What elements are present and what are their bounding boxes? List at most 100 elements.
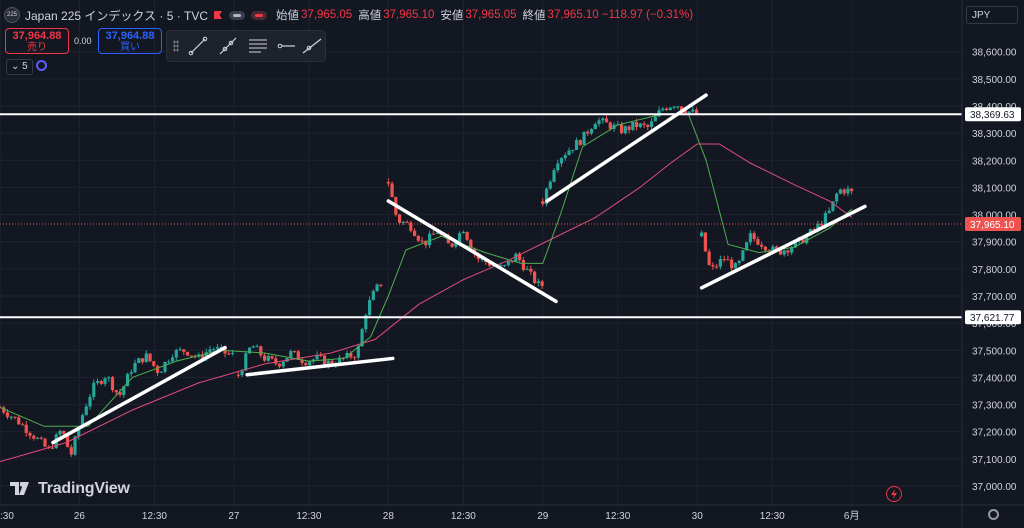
candle-body <box>827 210 831 214</box>
settings-gear-icon[interactable] <box>988 509 999 520</box>
candle-body <box>375 284 379 292</box>
interval-selector[interactable]: ⌄ 5 <box>6 59 33 75</box>
candle-body <box>412 230 417 237</box>
candle-body <box>352 357 357 359</box>
candle-body <box>465 231 469 240</box>
candle-body <box>99 381 103 384</box>
candle-body <box>718 259 722 267</box>
candle-body <box>672 106 676 108</box>
alert-toggle-icon[interactable] <box>251 10 268 20</box>
visibility-toggle-icon[interactable] <box>229 10 246 20</box>
flag-icon[interactable] <box>214 11 223 19</box>
low-value: 37,965.05 <box>465 9 517 21</box>
candle-body <box>604 118 609 123</box>
candle-body <box>35 437 40 439</box>
candle-body <box>289 351 293 359</box>
buy-button[interactable]: 37,964.88 買い <box>98 28 162 54</box>
candle-body <box>687 111 691 114</box>
open-label: 始値 <box>276 10 300 22</box>
candle-body <box>50 447 55 449</box>
candle-body <box>255 346 259 348</box>
candle-body <box>144 353 148 363</box>
candle-body <box>627 126 631 130</box>
candle-body <box>574 140 579 150</box>
candle-body <box>715 266 719 268</box>
candle-body <box>215 347 220 350</box>
horizontal-ray-tool-icon[interactable] <box>275 35 297 57</box>
candle-body <box>503 265 507 267</box>
candle-body <box>9 416 13 418</box>
candle-body <box>608 122 612 129</box>
sell-button[interactable]: 37,964.88 売り <box>5 28 69 54</box>
y-tick-label: 37,700.00 <box>972 292 1017 303</box>
candle-body <box>730 259 734 269</box>
price-chart[interactable]: 38,600.0038,500.0038,400.0038,300.0038,2… <box>0 0 1024 528</box>
candle-body <box>450 243 454 247</box>
x-tick-label: 6月 <box>844 510 860 522</box>
candle-body <box>552 170 556 182</box>
candle-body <box>103 378 107 384</box>
candle-body <box>586 131 590 134</box>
trendline <box>386 199 558 304</box>
symbol-header: 225 Japan 225 インデックス · 5 · TVC 始値 37,965.… <box>4 6 693 24</box>
currency-selector[interactable]: JPY <box>966 6 1018 24</box>
trendline <box>699 204 867 290</box>
parallel-channel-tool-icon[interactable] <box>247 35 269 57</box>
candle-body <box>304 363 308 366</box>
trendline <box>245 356 395 377</box>
indicator-circle-icon[interactable] <box>36 60 47 71</box>
brand-name: TradingView <box>38 480 130 497</box>
candle-body <box>155 365 160 373</box>
candle-body <box>850 188 854 192</box>
candle-body <box>386 182 390 184</box>
x-tick-label: 12:30 <box>142 511 167 522</box>
candle-body <box>230 352 235 354</box>
candle-body <box>664 108 669 111</box>
candle-body <box>733 263 738 269</box>
extended-line-tool-icon[interactable] <box>301 35 323 57</box>
candle-body <box>390 183 394 198</box>
x-tick-label: 12:30 <box>296 511 321 522</box>
candle-body <box>763 246 768 251</box>
candle-body <box>435 232 439 234</box>
spread-value: 0.00 <box>74 36 92 46</box>
candle-body <box>114 390 118 393</box>
buy-price: 37,964.88 <box>105 30 155 42</box>
candle-body <box>589 129 594 134</box>
y-tick-label: 37,100.00 <box>972 455 1017 466</box>
candle-body <box>556 163 560 171</box>
drag-handle-icon[interactable] <box>173 40 179 52</box>
candle-body <box>307 361 312 366</box>
candle-body <box>668 107 672 111</box>
close-value: 37,965.10 −118.97 (−0.31%) <box>547 9 694 21</box>
ray-tool-icon[interactable] <box>217 35 239 57</box>
candle-body <box>88 396 92 407</box>
candle-body <box>597 120 601 124</box>
trendline-tool-icon[interactable] <box>187 35 209 57</box>
candle-body <box>170 357 175 362</box>
candle-body <box>631 121 635 130</box>
candle-body <box>726 259 730 261</box>
candle-body <box>292 351 297 353</box>
candle-body <box>703 232 707 252</box>
y-tick-label: 38,600.00 <box>972 48 1017 59</box>
candle-body <box>244 353 248 371</box>
close-label: 終値 <box>522 10 546 22</box>
candle-body <box>653 116 657 122</box>
x-tick-label: 12:30 <box>760 511 785 522</box>
symbol-name[interactable]: Japan 225 インデックス · 5 · TVC <box>25 7 208 24</box>
currency-value: JPY <box>972 10 991 21</box>
candle-body <box>420 240 424 242</box>
candle-body <box>163 361 167 372</box>
y-tick-label: 37,900.00 <box>972 238 1017 249</box>
candle-body <box>619 124 624 134</box>
high-value: 37,965.10 <box>383 9 435 21</box>
candle-body <box>593 123 597 130</box>
sell-label: 売り <box>27 42 47 53</box>
candle-body <box>431 233 435 235</box>
candle-body <box>548 181 552 189</box>
candle-body <box>212 349 216 351</box>
candle-body <box>541 201 545 205</box>
candle-body <box>786 250 790 253</box>
lightning-icon[interactable] <box>886 486 902 502</box>
